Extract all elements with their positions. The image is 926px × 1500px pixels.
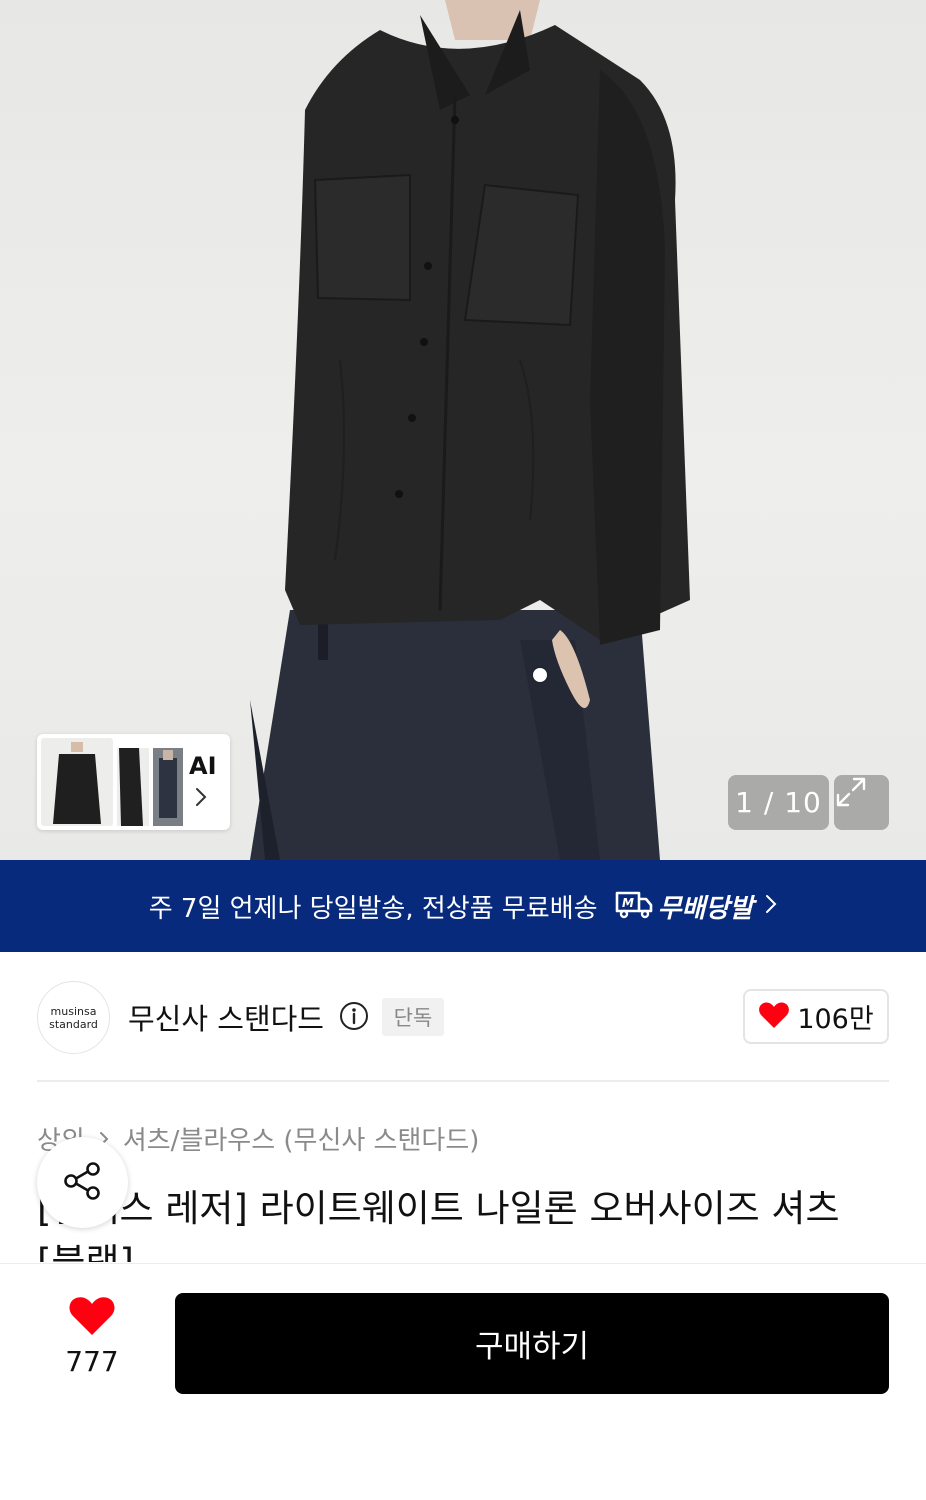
carousel-indicator [533, 668, 547, 682]
product-title-container: [릴렉스 레저] 라이트웨이트 나일론 오버사이즈 셔츠 [블랙] [37, 1182, 889, 1262]
brand-logo-line2: standard [49, 1017, 98, 1031]
brand-like-button[interactable]: 106만 [743, 989, 889, 1044]
product-photo [250, 0, 690, 860]
heart-icon [68, 1295, 116, 1341]
brand-logo-line1: musinsa [50, 1004, 97, 1018]
brand-name[interactable]: 무신사 스탠다드 [128, 996, 324, 1038]
banner-text: 주 7일 언제나 당일발송, 전상품 무료배송 [148, 893, 598, 924]
banner-brand-label: 무배당발 [657, 893, 754, 924]
chevron-right-icon [765, 894, 777, 918]
product-title: [릴렉스 레저] 라이트웨이트 나일론 오버사이즈 셔츠 [블랙] [37, 1187, 840, 1262]
ai-thumbnails-button[interactable]: AI [37, 734, 230, 830]
delivery-banner[interactable]: 주 7일 언제나 당일발송, 전상품 무료배송 M 무배당발 [0, 860, 926, 952]
thumbnail-image [41, 738, 113, 826]
ai-label: AI [189, 752, 217, 780]
heart-icon [758, 1001, 790, 1033]
expand-button[interactable] [834, 775, 889, 830]
delivery-truck-icon: M [614, 888, 654, 924]
product-like-button[interactable]: 777 [46, 1295, 138, 1390]
product-image[interactable]: AI 1 / 10 [0, 0, 926, 860]
share-icon [61, 1159, 105, 1207]
info-icon[interactable] [339, 1001, 369, 1035]
exclusive-badge: 단독 [382, 998, 444, 1036]
banner-brand: M 무배당발 [614, 888, 754, 925]
thumbnail-image [153, 748, 183, 826]
breadcrumb-subcategory[interactable]: 셔츠/블라우스 (무신사 스탠다드) [123, 1120, 480, 1157]
brand-logo[interactable]: musinsa standard [37, 981, 110, 1054]
product-like-count: 777 [65, 1345, 119, 1378]
svg-text:M: M [622, 896, 634, 910]
brand-like-count: 106만 [797, 1004, 874, 1035]
share-button[interactable] [37, 1137, 128, 1228]
image-counter: 1 / 10 [728, 775, 829, 830]
divider [37, 1080, 889, 1082]
buy-button[interactable]: 구매하기 [175, 1293, 889, 1394]
thumbnail-image [117, 748, 149, 826]
